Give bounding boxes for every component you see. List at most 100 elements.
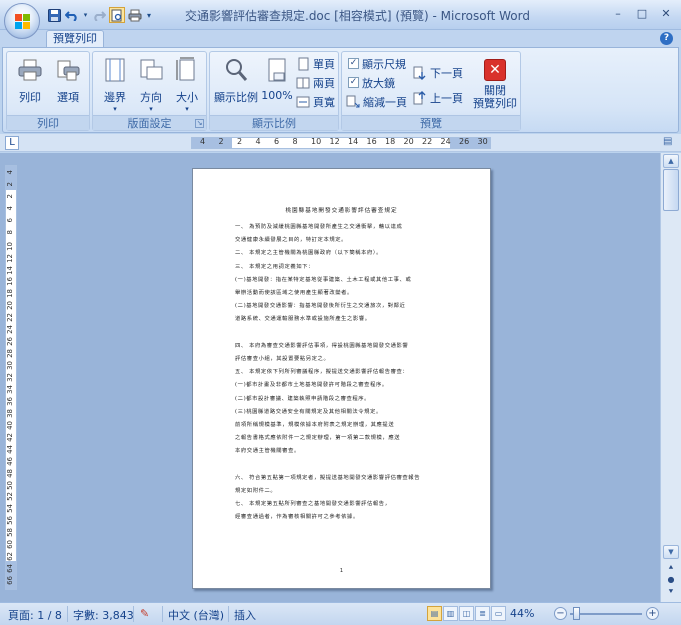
ruler-number: 10 [311, 137, 322, 146]
previous-page-icon[interactable]: ⯅ [666, 563, 676, 573]
zoom-out-button[interactable]: − [554, 607, 567, 620]
tab-print-preview[interactable]: 預覽列印 [46, 30, 104, 48]
word-count[interactable]: 字數: 3,843 [73, 607, 134, 623]
select-browse-object-icon[interactable]: ● [666, 575, 676, 585]
document-page[interactable]: 桃園縣基地開發交通影響評估審查規定 1 一、 為預防及減緩桃園縣基地開發所產生之… [192, 168, 491, 589]
document-line: 經審查通過者，作為審核相關許可之參考依據。 [235, 514, 359, 521]
ruler-number: 46 [6, 456, 14, 466]
dialog-launcher-icon[interactable]: ↘ [195, 119, 204, 128]
check-icon: ✓ [348, 77, 359, 88]
margins-button[interactable]: 邊界 ▾ [98, 55, 132, 113]
close-button[interactable]: ✕ [655, 4, 677, 22]
maximize-button[interactable]: □ [631, 4, 653, 22]
show-ruler-checkbox[interactable]: ✓ 顯示尺規 [348, 55, 406, 72]
ruler-number: 30 [477, 137, 488, 146]
ruler-number: 6 [274, 137, 280, 146]
ruler-row: L 4 2 2 4 6 8 10 12 14 16 18 20 22 24 26 30 ▤ [0, 134, 681, 152]
magnifier-checkbox[interactable]: ✓ 放大鏡 [348, 74, 395, 91]
prev-page-button[interactable]: 上一頁 [413, 89, 463, 106]
draft-view-icon[interactable]: ▭ [491, 606, 506, 621]
document-line: (三)桃園縣道路交通安全有關規定及其他相關法令規定。 [235, 408, 382, 415]
ruler-number: 38 [6, 408, 14, 418]
document-line: 三、 本規定之用詞定義如下： [235, 263, 314, 270]
size-button[interactable]: 大小 ▾ [170, 55, 204, 113]
prev-page-icon [413, 90, 426, 104]
print-preview-icon[interactable] [109, 7, 125, 23]
page-width-button[interactable]: 頁寬 [296, 93, 335, 110]
print-options-button[interactable]: 選項 [51, 55, 85, 113]
orientation-icon [140, 59, 163, 80]
print-group: 列印 選項 列印 [6, 51, 90, 131]
ruler-number: 22 [6, 313, 14, 323]
scroll-up-arrow[interactable]: ▲ [663, 154, 679, 168]
print-button[interactable]: 列印 [13, 55, 47, 113]
next-page-button[interactable]: 下一頁 [413, 64, 463, 81]
magnifier-icon [226, 59, 248, 81]
tab-selector-button[interactable]: L [5, 136, 19, 150]
zoom-button[interactable]: 顯示比例 [213, 55, 259, 113]
ruler-number: 16 [366, 137, 377, 146]
status-bar: 頁面: 1 / 8 字數: 3,843 ✎ 中文 (台灣) 插入 ▤ ▥ ◫ ≣… [0, 602, 681, 625]
page-count[interactable]: 頁面: 1 / 8 [8, 607, 62, 623]
vertical-scrollbar[interactable]: ▲ ▼ ⯅ ● ⯆ [660, 153, 681, 602]
zoom-100-button[interactable]: 100% [260, 55, 294, 113]
language-indicator[interactable]: 中文 (台灣) [168, 607, 224, 623]
redo-icon[interactable] [91, 7, 107, 23]
outline-view-icon[interactable]: ≣ [475, 606, 490, 621]
document-title: 桃園縣基地開發交通影響評估審查規定 [285, 208, 398, 214]
zoom-level[interactable]: 44% [510, 607, 534, 620]
customize-toolbar-icon[interactable]: ▾ [145, 7, 153, 23]
page-width-icon [296, 96, 310, 107]
ruler-number: 22 [422, 137, 433, 146]
document-line: 之報告書格式應依附件一之規定辦理，第一項第二款規模，應送 [235, 435, 401, 442]
document-line: 七、 本規定第五點所列審查之基地開發交通影響評估報告， [235, 501, 391, 508]
document-line: 舉辦活動而使該區域之使用產生顯著改變者。 [235, 290, 353, 296]
document-line: 本府交通主管機關審查。 [235, 448, 300, 455]
proofing-icon[interactable]: ✎ [140, 607, 149, 620]
zoom-slider-track[interactable] [570, 613, 642, 615]
page-size-icon [176, 57, 195, 81]
ruler-number: 12 [6, 253, 14, 263]
ruler-number: 60 [6, 540, 14, 550]
document-line: 前項所稱規模基準，規模依據本府附表之規定辦理，其應提送 [235, 422, 395, 428]
document-line: 五、 本規定依下列所列審議程序，擬提送交通影響評估報告審查： [235, 369, 409, 376]
insert-mode[interactable]: 插入 [234, 607, 256, 623]
print-layout-view-icon[interactable]: ▤ [427, 606, 442, 621]
quick-print-icon[interactable] [127, 7, 143, 23]
chevron-down-icon[interactable]: ▾ [82, 7, 89, 23]
view-ruler-icon[interactable]: ▤ [663, 136, 675, 150]
zoom-slider-knob[interactable] [573, 607, 580, 620]
zoom-group: 顯示比例 100% 單頁 兩頁 頁寬 顯示比例 [209, 51, 339, 131]
orientation-button[interactable]: 方向 ▾ [134, 55, 168, 113]
vertical-ruler[interactable]: 4 2 2 4 6 8 10 12 14 16 18 20 22 24 26 28 30 32 34 36 38 40 42… [5, 165, 17, 590]
undo-icon[interactable] [64, 7, 80, 23]
page-setup-group-label: 版面設定 [93, 115, 206, 130]
title-bar: ▾ ▾ 交通影響評估審查規定.doc [相容模式] (預覽) - Microso… [0, 0, 681, 30]
ruler-number: 14 [6, 265, 14, 275]
ruler-number: 14 [348, 137, 359, 146]
ruler-number: 20 [403, 137, 414, 146]
page-setup-group: 邊界 ▾ 方向 ▾ 大小 ▾ 版面設定 ↘ [92, 51, 207, 131]
ruler-number: 28 [6, 349, 14, 359]
web-layout-icon[interactable]: ◫ [459, 606, 474, 621]
scroll-thumb[interactable] [663, 169, 679, 211]
full-screen-reading-icon[interactable]: ▥ [443, 606, 458, 621]
one-page-button[interactable]: 單頁 [296, 55, 335, 72]
ruler-number: 36 [6, 396, 14, 406]
ruler-number: 34 [6, 384, 14, 394]
save-icon[interactable] [46, 7, 62, 23]
two-pages-button[interactable]: 兩頁 [296, 74, 335, 91]
next-page-icon[interactable]: ⯆ [666, 587, 676, 597]
next-page-icon [413, 66, 426, 80]
office-button[interactable] [4, 3, 40, 39]
help-icon[interactable]: ? [660, 32, 673, 45]
close-preview-button[interactable]: ✕ 關閉 預覽列印 [472, 55, 518, 113]
ruler-number: 4 [255, 137, 261, 146]
minimize-button[interactable]: – [607, 4, 629, 22]
zoom-in-button[interactable]: + [646, 607, 659, 620]
ruler-number: 26 [459, 137, 470, 146]
document-line: (一)基地開發：指在某特定基地從事建築、土木工程或其他工事、或 [235, 276, 412, 283]
scroll-down-arrow[interactable]: ▼ [663, 545, 679, 559]
horizontal-ruler[interactable]: 4 2 2 4 6 8 10 12 14 16 18 20 22 24 26 30 [191, 137, 491, 149]
shrink-one-page-button[interactable]: 縮減一頁 [346, 93, 407, 110]
